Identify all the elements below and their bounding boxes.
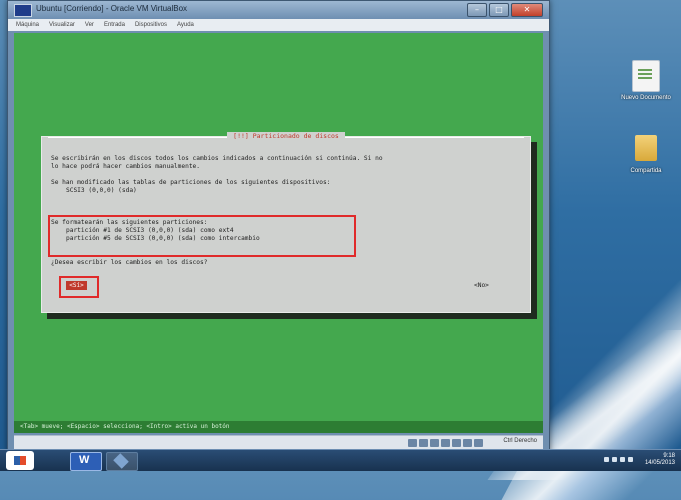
cd-icon[interactable]	[419, 439, 428, 447]
window-titlebar[interactable]: Ubuntu [Corriendo] - Oracle VM VirtualBo…	[8, 1, 549, 19]
menu-ayuda[interactable]: Ayuda	[177, 19, 194, 31]
clock-time: 9:18	[663, 453, 675, 459]
windows-taskbar: 9:18 14/05/2013	[0, 449, 681, 471]
dialog-question: ¿Desea escribir los cambios en los disco…	[51, 259, 208, 266]
desktop-icon-folder-label: Compartida	[630, 168, 662, 174]
usb-icon[interactable]	[430, 439, 439, 447]
document-icon	[632, 60, 660, 92]
close-button[interactable]: ✕	[511, 3, 543, 17]
dialog-modified-line1: Se han modificado las tablas de particio…	[51, 179, 331, 186]
virtualbox-window: Ubuntu [Corriendo] - Oracle VM VirtualBo…	[7, 0, 550, 454]
host-key-label: Ctrl Derecho	[503, 438, 537, 444]
installer-status-line: <Tab> mueve; <Espacio> selecciona; <Intr…	[14, 421, 543, 433]
dialog-title: [!!] Particionado de discos	[227, 132, 345, 140]
display-icon[interactable]	[452, 439, 461, 447]
tray-arrow-icon[interactable]	[612, 457, 617, 462]
menu-visualizar[interactable]: Visualizar	[49, 19, 75, 31]
word-taskbar-icon[interactable]	[70, 452, 102, 471]
dialog-intro-line2: lo hace podrá hacer cambios manualmente.	[51, 163, 201, 170]
partition-dialog: [!!] Particionado de discos Se escribirá…	[41, 132, 531, 313]
minimize-button[interactable]: –	[467, 3, 487, 17]
dialog-format-partition1: partición #1 de SCSI3 (0,0,0) (sda) como…	[66, 227, 234, 234]
virtualbox-taskbar-icon[interactable]	[106, 452, 138, 471]
virtualbox-app-icon	[14, 4, 32, 17]
menu-ver[interactable]: Ver	[85, 19, 94, 31]
yes-button[interactable]: <Sí>	[66, 281, 87, 290]
menu-entrada[interactable]: Entrada	[104, 19, 125, 31]
vm-statusbar: Ctrl Derecho	[14, 435, 543, 450]
maximize-button[interactable]: □	[489, 3, 509, 17]
dialog-format-partition5: partición #5 de SCSI3 (0,0,0) (sda) como…	[66, 235, 260, 242]
shared-folder-icon[interactable]	[441, 439, 450, 447]
clock-date: 14/05/2013	[644, 460, 675, 466]
dialog-modified-device: SCSI3 (0,0,0) (sda)	[66, 187, 137, 194]
tray-network-icon[interactable]	[620, 457, 625, 462]
desktop-icon-folder[interactable]: Compartida	[616, 135, 676, 174]
folder-icon	[635, 135, 657, 161]
start-button[interactable]	[6, 451, 34, 470]
desktop-icon-document[interactable]: Nuevo Documento	[616, 60, 676, 101]
no-button[interactable]: <No>	[474, 282, 489, 289]
installer-screen: [!!] Particionado de discos Se escribirá…	[14, 33, 543, 433]
dialog-intro-line1: Se escribirán en los discos todos los ca…	[51, 155, 383, 162]
desktop-icon-document-label: Nuevo Documento	[621, 95, 671, 101]
mouse-integration-icon[interactable]	[474, 439, 483, 447]
vm-menubar: Máquina Visualizar Ver Entrada Dispositi…	[8, 19, 549, 31]
hdd-icon[interactable]	[408, 439, 417, 447]
dialog-format-line1: Se formatearán las siguientes particione…	[51, 219, 208, 226]
system-clock[interactable]: 9:18 14/05/2013	[645, 453, 675, 467]
menu-maquina[interactable]: Máquina	[16, 19, 39, 31]
tray-volume-icon[interactable]	[628, 457, 633, 462]
network-icon[interactable]	[463, 439, 472, 447]
tray-flag-icon[interactable]	[604, 457, 609, 462]
menu-dispositivos[interactable]: Dispositivos	[135, 19, 167, 31]
window-title: Ubuntu [Corriendo] - Oracle VM VirtualBo…	[36, 4, 188, 13]
